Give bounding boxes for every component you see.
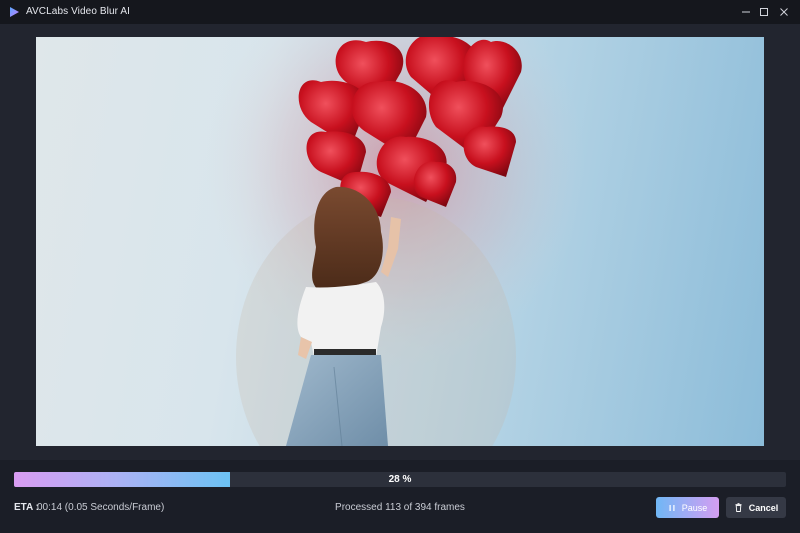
maximize-icon xyxy=(760,8,768,16)
avclabs-logo-icon xyxy=(10,7,19,17)
window-title: AVCLabs Video Blur AI xyxy=(26,6,131,17)
close-button[interactable] xyxy=(773,0,795,24)
trash-icon xyxy=(735,503,742,512)
minimize-icon xyxy=(742,11,750,13)
app-window: AVCLabs Video Blur AI 28 % ETA: 00:14 (… xyxy=(0,0,800,533)
close-icon xyxy=(780,8,788,16)
title-bar[interactable]: AVCLabs Video Blur AI xyxy=(0,0,800,24)
pause-icon xyxy=(669,504,675,511)
video-preview xyxy=(36,37,764,446)
pause-label: Pause xyxy=(681,502,708,513)
video-frame-image xyxy=(206,37,586,446)
preview-panel xyxy=(0,24,800,460)
maximize-button[interactable] xyxy=(753,0,775,24)
pause-button[interactable]: Pause xyxy=(656,497,719,518)
progress-percent: 28 % xyxy=(388,474,412,485)
progress-bar: 28 % xyxy=(14,472,786,487)
cancel-label: Cancel xyxy=(748,502,779,513)
cancel-button[interactable]: Cancel xyxy=(726,497,786,518)
